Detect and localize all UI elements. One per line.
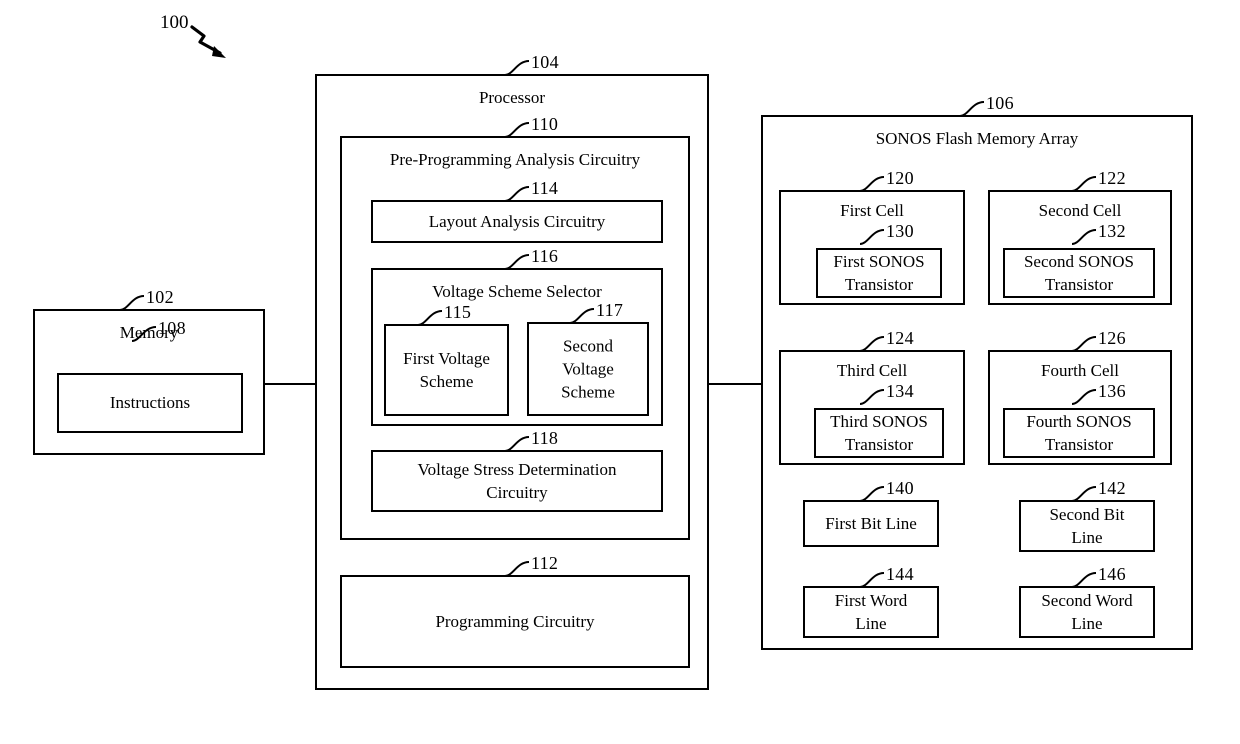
leader-line-108	[131, 325, 158, 342]
ref-144: 144	[886, 564, 914, 584]
ref-124: 124	[886, 328, 914, 348]
instructions-label: Instructions	[109, 393, 191, 412]
second-word-line-block: Second Word Line	[1019, 586, 1155, 638]
third-sonos-transistor-block: Third SONOS Transistor	[814, 408, 944, 458]
ref-118: 118	[531, 428, 559, 448]
patent-figure: 100 102 Memory 108 Instructions 104 Proc…	[0, 0, 1240, 744]
ref-146: 146	[1098, 564, 1126, 584]
first-bit-line-label: First Bit Line	[825, 513, 917, 533]
ref-115: 115	[444, 302, 472, 322]
leader-line-126	[1071, 335, 1098, 352]
leader-line-120	[859, 175, 886, 192]
pre-programming-analysis-title: Pre-Programming Analysis Circuitry	[389, 150, 641, 169]
first-bit-line-block: First Bit Line	[803, 500, 939, 547]
second-bit-line-label: Second Bit Line	[1049, 505, 1125, 547]
leader-line-114	[504, 185, 531, 202]
leader-line-112	[504, 560, 531, 577]
second-sonos-transistor-block: Second SONOS Transistor	[1003, 248, 1155, 298]
leader-line-122	[1071, 175, 1098, 192]
ref-140: 140	[886, 478, 914, 498]
leader-line-142	[1071, 485, 1098, 502]
ref-120: 120	[886, 168, 914, 188]
fourth-sonos-transistor-label: Fourth SONOS Transistor	[1026, 412, 1132, 454]
zigzag-arrow-icon	[190, 22, 250, 62]
ref-136: 136	[1098, 381, 1126, 401]
second-word-line-label: Second Word Line	[1041, 591, 1133, 633]
ref-106: 106	[986, 93, 1014, 113]
voltage-stress-determination-label: Voltage Stress Determination Circuitry	[417, 460, 617, 502]
ref-134: 134	[886, 381, 914, 401]
second-voltage-scheme-label: Second Voltage Scheme	[561, 336, 615, 402]
leader-line-117	[569, 307, 596, 324]
first-word-line-block: First Word Line	[803, 586, 939, 638]
connector-processor-to-sonos-array	[709, 383, 761, 385]
leader-line-130	[859, 228, 886, 245]
ref-132: 132	[1098, 221, 1126, 241]
leader-line-132	[1071, 228, 1098, 245]
second-voltage-scheme-block: Second Voltage Scheme	[527, 322, 649, 416]
second-sonos-transistor-label: Second SONOS Transistor	[1023, 252, 1135, 294]
second-bit-line-block: Second Bit Line	[1019, 500, 1155, 552]
leader-line-110	[504, 121, 531, 138]
layout-analysis-label: Layout Analysis Circuitry	[428, 211, 606, 231]
ref-142: 142	[1098, 478, 1126, 498]
third-cell-title: Third Cell	[836, 361, 908, 380]
leader-line-134	[859, 388, 886, 405]
first-cell-title: First Cell	[840, 201, 904, 220]
leader-line-140	[859, 485, 886, 502]
second-cell-title: Second Cell	[1038, 201, 1122, 220]
ref-108: 108	[158, 318, 186, 338]
sonos-array-title: SONOS Flash Memory Array	[875, 129, 1079, 148]
ref-122: 122	[1098, 168, 1126, 188]
leader-line-124	[859, 335, 886, 352]
ref-110: 110	[531, 114, 559, 134]
leader-line-118	[504, 435, 531, 452]
leader-line-136	[1071, 388, 1098, 405]
leader-line-115	[417, 309, 444, 326]
voltage-scheme-selector-title: Voltage Scheme Selector	[432, 282, 602, 301]
third-sonos-transistor-label: Third SONOS Transistor	[830, 412, 928, 454]
ref-114: 114	[531, 178, 559, 198]
ref-102: 102	[146, 287, 174, 307]
first-word-line-label: First Word Line	[834, 591, 908, 633]
leader-line-104	[504, 59, 531, 76]
processor-title: Processor	[478, 88, 546, 107]
programming-circuitry-block: Programming Circuitry	[340, 575, 690, 668]
connector-memory-to-processor	[265, 383, 315, 385]
voltage-stress-determination-block: Voltage Stress Determination Circuitry	[371, 450, 663, 512]
first-sonos-transistor-block: First SONOS Transistor	[816, 248, 942, 298]
ref-116: 116	[531, 246, 559, 266]
programming-circuitry-label: Programming Circuitry	[435, 611, 595, 631]
layout-analysis-block: Layout Analysis Circuitry	[371, 200, 663, 243]
leader-line-116	[504, 253, 531, 270]
first-sonos-transistor-label: First SONOS Transistor	[833, 252, 925, 294]
leader-line-144	[859, 571, 886, 588]
ref-104: 104	[531, 52, 559, 72]
leader-line-146	[1071, 571, 1098, 588]
instructions-block: Instructions	[57, 373, 243, 433]
ref-112: 112	[531, 553, 559, 573]
ref-130: 130	[886, 221, 914, 241]
first-voltage-scheme-label: First Voltage Scheme	[403, 349, 490, 391]
leader-line-106	[959, 100, 986, 117]
figure-number: 100	[160, 12, 189, 33]
fourth-sonos-transistor-block: Fourth SONOS Transistor	[1003, 408, 1155, 458]
ref-126: 126	[1098, 328, 1126, 348]
fourth-cell-title: Fourth Cell	[1041, 361, 1119, 380]
leader-line-102	[119, 294, 146, 311]
first-voltage-scheme-block: First Voltage Scheme	[384, 324, 509, 416]
ref-117: 117	[596, 300, 624, 320]
